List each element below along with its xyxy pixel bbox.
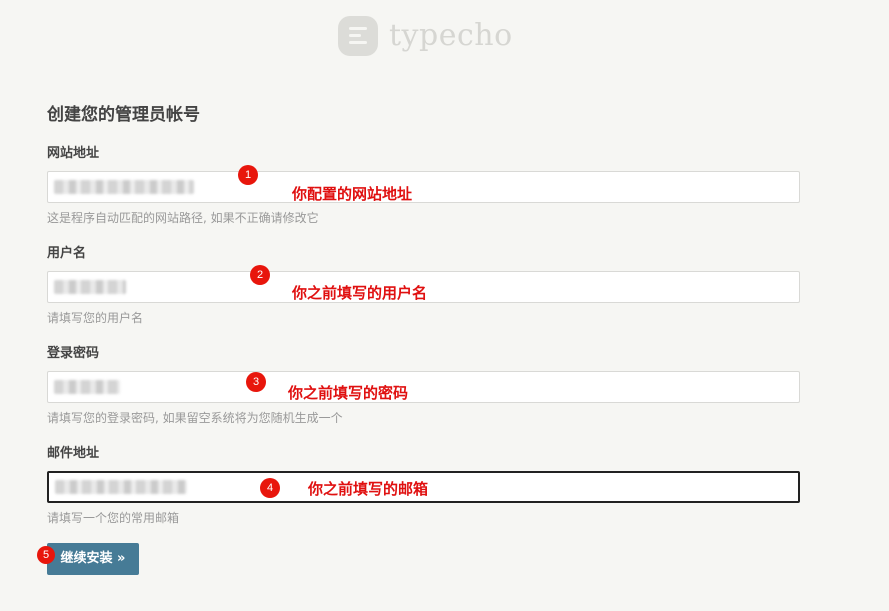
page-title: 创建您的管理员帐号: [47, 105, 200, 125]
logo-text: typecho: [389, 18, 513, 53]
annotation-site-url: 你配置的网站地址: [292, 185, 413, 203]
username-label: 用户名: [47, 246, 87, 261]
email-value-redacted: [55, 480, 187, 494]
typecho-logo: typecho: [338, 15, 513, 57]
password-hint: 请填写您的登录密码, 如果留空系统将为您随机生成一个: [47, 411, 343, 425]
annotation-marker-5: 5: [37, 546, 55, 564]
annotation-marker-3: 3: [246, 372, 266, 392]
username-value-redacted: [54, 280, 126, 294]
password-value-redacted: [54, 380, 120, 394]
email-hint: 请填写一个您的常用邮箱: [47, 511, 180, 525]
site-url-input[interactable]: [47, 171, 800, 203]
install-page: typecho 创建您的管理员帐号 网站地址 这是程序自动匹配的网站路径, 如果…: [0, 0, 889, 611]
annotation-password: 你之前填写的密码: [288, 384, 409, 402]
password-input[interactable]: [47, 371, 800, 403]
site-url-value-redacted: [54, 180, 194, 194]
site-url-hint: 这是程序自动匹配的网站路径, 如果不正确请修改它: [47, 211, 319, 225]
annotation-marker-1: 1: [238, 165, 258, 185]
annotation-email: 你之前填写的邮箱: [308, 480, 429, 498]
annotation-marker-4: 4: [260, 478, 280, 498]
password-label: 登录密码: [47, 346, 100, 361]
username-hint: 请填写您的用户名: [47, 311, 144, 325]
annotation-username: 你之前填写的用户名: [292, 284, 428, 302]
email-label: 邮件地址: [47, 446, 100, 461]
site-url-label: 网站地址: [47, 146, 100, 161]
annotation-marker-2: 2: [250, 265, 270, 285]
typecho-logo-icon: [338, 16, 378, 56]
continue-install-button[interactable]: 继续安装 »: [47, 543, 139, 575]
